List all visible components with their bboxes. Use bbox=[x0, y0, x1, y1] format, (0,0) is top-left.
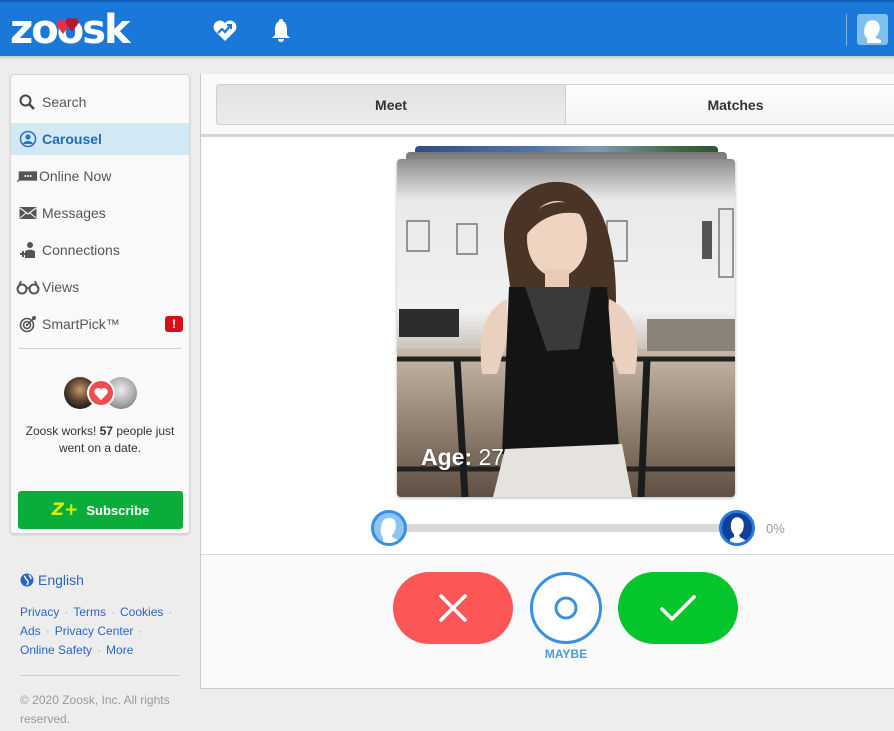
zoosk-logo[interactable]: zoosk bbox=[10, 6, 131, 54]
compatibility-percent: 0% bbox=[766, 521, 785, 536]
sidebar-item-label: Online Now bbox=[39, 168, 112, 184]
top-navigation-bar: zoosk bbox=[0, 0, 894, 56]
header-divider bbox=[846, 14, 847, 46]
target-icon bbox=[19, 314, 41, 334]
more-link[interactable]: More bbox=[106, 643, 133, 657]
footer-divider bbox=[20, 675, 180, 676]
tab-bar: Meet Matches bbox=[216, 84, 894, 125]
subscribe-button[interactable]: Z+ Subscribe bbox=[18, 491, 183, 529]
sidebar-item-views[interactable]: Views bbox=[11, 271, 189, 303]
subscribe-label: Subscribe bbox=[86, 502, 150, 518]
profile-age: Age: 27 bbox=[421, 444, 505, 470]
sidebar-item-search[interactable]: Search bbox=[11, 86, 189, 118]
heart-pulse-icon[interactable] bbox=[212, 18, 238, 44]
carousel-icon bbox=[19, 129, 41, 149]
chat-bubble-icon bbox=[16, 166, 38, 186]
x-icon bbox=[439, 594, 467, 622]
sidebar-item-carousel[interactable]: Carousel bbox=[11, 123, 189, 155]
terms-link[interactable]: Terms bbox=[73, 605, 106, 619]
profile-card[interactable]: Age: 27 bbox=[397, 159, 735, 497]
carousel-area: Age: 27 0% bbox=[201, 137, 894, 555]
check-icon bbox=[660, 595, 696, 621]
compatibility-slider-right-handle[interactable] bbox=[719, 510, 755, 546]
footer-links: Privacy · Terms · Cookies · Ads · Privacy Cente… bbox=[20, 605, 173, 657]
sidebar-item-online-now[interactable]: Online Now bbox=[11, 160, 189, 192]
tab-meet[interactable]: Meet bbox=[217, 85, 566, 124]
privacy-link[interactable]: Privacy bbox=[20, 605, 59, 619]
no-button[interactable] bbox=[393, 572, 513, 644]
tab-matches[interactable]: Matches bbox=[566, 85, 894, 124]
sidebar-item-label: Views bbox=[42, 279, 80, 295]
search-icon bbox=[19, 92, 41, 112]
dates-count: 57 bbox=[99, 424, 113, 438]
alert-badge: ! bbox=[165, 316, 183, 332]
language-label: English bbox=[38, 572, 84, 588]
sidebar-item-label: Carousel bbox=[42, 131, 102, 147]
sidebar-item-label: Connections bbox=[42, 242, 120, 258]
cookies-link[interactable]: Cookies bbox=[120, 605, 163, 619]
user-avatar-button[interactable] bbox=[857, 14, 888, 45]
sidebar-item-messages[interactable]: Messages bbox=[11, 197, 189, 229]
sidebar: Search Carousel Online Now Messages Conn… bbox=[10, 74, 190, 534]
bell-icon[interactable] bbox=[268, 18, 294, 44]
maybe-label: MAYBE bbox=[544, 647, 588, 661]
dates-promo-text: Zoosk works! 57 people just went on a da… bbox=[25, 424, 175, 455]
zoosk-plus-icon: Z+ bbox=[51, 500, 79, 520]
add-person-icon bbox=[19, 240, 41, 260]
language-selector[interactable]: English bbox=[20, 572, 84, 588]
sidebar-item-connections[interactable]: Connections bbox=[11, 234, 189, 266]
match-silhouette-icon bbox=[730, 517, 745, 543]
couple-avatars bbox=[64, 377, 137, 409]
sidebar-item-label: Search bbox=[42, 94, 87, 110]
compatibility-slider-track bbox=[391, 524, 736, 532]
glasses-icon bbox=[16, 277, 41, 297]
privacy-center-link[interactable]: Privacy Center bbox=[55, 624, 134, 638]
user-silhouette-icon bbox=[380, 518, 398, 543]
main-panel: Meet Matches Age: 27 0% MAYBE bbox=[200, 74, 894, 689]
ads-link[interactable]: Ads bbox=[20, 624, 41, 638]
user-avatar-icon bbox=[864, 20, 881, 43]
circle-icon bbox=[554, 596, 578, 620]
sidebar-item-smartpick[interactable]: SmartPick™ ! bbox=[11, 308, 189, 340]
online-safety-link[interactable]: Online Safety bbox=[20, 643, 92, 657]
envelope-icon bbox=[19, 203, 41, 223]
globe-icon bbox=[20, 573, 34, 587]
logo-hearts-icon bbox=[56, 18, 79, 34]
sidebar-item-label: Messages bbox=[42, 205, 106, 221]
sidebar-item-label: SmartPick™ bbox=[42, 316, 120, 332]
maybe-button[interactable] bbox=[530, 572, 602, 644]
compatibility-slider-left-handle[interactable] bbox=[371, 510, 407, 546]
copyright-text: © 2020 Zoosk, Inc. All rights reserved. bbox=[20, 693, 170, 726]
header-shadow bbox=[0, 56, 894, 60]
yes-button[interactable] bbox=[618, 572, 738, 644]
sidebar-divider bbox=[19, 348, 181, 349]
